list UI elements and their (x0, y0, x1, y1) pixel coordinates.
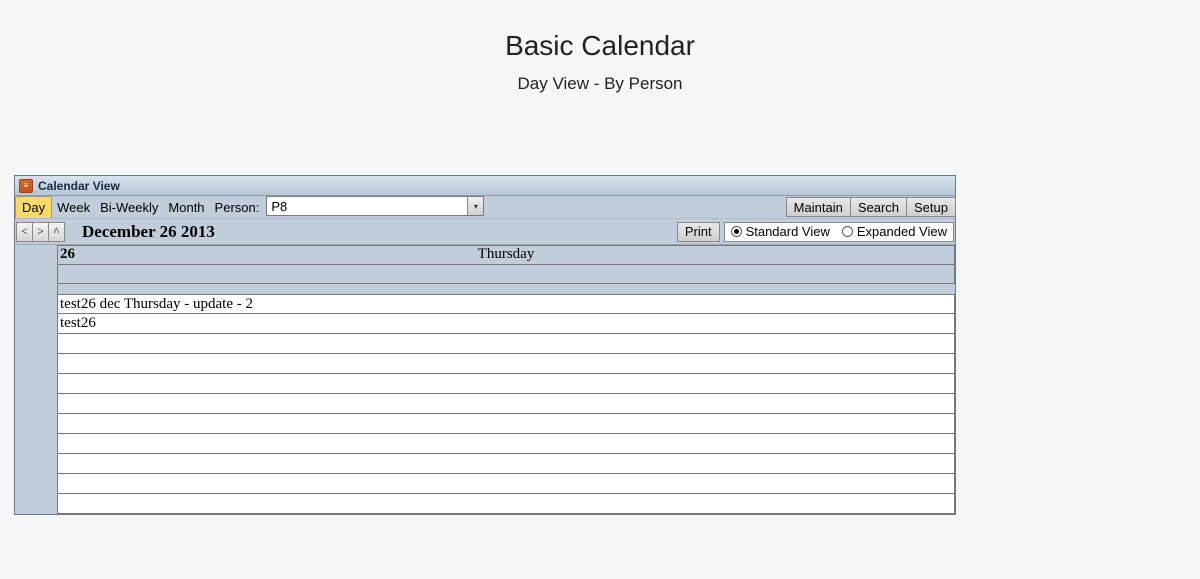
event-row[interactable] (58, 494, 955, 514)
tab-biweekly[interactable]: Bi-Weekly (95, 196, 163, 218)
event-row[interactable] (58, 454, 955, 474)
calendar-window: ≡ Calendar View Day Week Bi-Weekly Month… (14, 175, 956, 515)
event-row[interactable] (58, 334, 955, 354)
events-list: test26 dec Thursday - update - 2test26 (58, 294, 955, 514)
day-name: Thursday (478, 246, 535, 263)
print-button[interactable]: Print (677, 222, 720, 242)
separator-row (15, 284, 955, 294)
events-gutter (15, 294, 58, 514)
up-button[interactable]: ^ (48, 222, 65, 242)
radio-icon (731, 226, 742, 237)
search-button[interactable]: Search (850, 197, 907, 217)
event-row[interactable] (58, 414, 955, 434)
events-area: test26 dec Thursday - update - 2test26 (15, 294, 955, 514)
day-header: 26 Thursday (15, 244, 955, 284)
window-title: Calendar View (38, 179, 120, 193)
event-row[interactable]: test26 (58, 314, 955, 334)
tab-month[interactable]: Month (163, 196, 209, 218)
app-icon: ≡ (19, 179, 33, 193)
radio-expanded-label: Expanded View (857, 224, 947, 239)
person-select[interactable]: P8 ▾ (266, 196, 484, 216)
day-header-row: 26 Thursday (58, 245, 955, 265)
event-row[interactable] (58, 394, 955, 414)
time-gutter (15, 245, 58, 284)
maintain-button[interactable]: Maintain (786, 197, 851, 217)
next-button[interactable]: > (32, 222, 49, 242)
setup-button[interactable]: Setup (906, 197, 956, 217)
view-options: Standard View Expanded View (724, 222, 954, 242)
current-date: December 26 2013 (82, 222, 215, 242)
navbar: < > ^ December 26 2013 Print Standard Vi… (15, 218, 955, 244)
tab-day[interactable]: Day (15, 196, 52, 218)
day-subheader-row (58, 265, 955, 284)
page-subtitle: Day View - By Person (0, 74, 1200, 94)
event-row[interactable] (58, 434, 955, 454)
event-row[interactable] (58, 374, 955, 394)
event-row[interactable] (58, 474, 955, 494)
person-label: Person: (210, 196, 265, 218)
titlebar: ≡ Calendar View (15, 176, 955, 196)
radio-expanded-view[interactable]: Expanded View (842, 224, 947, 239)
event-row[interactable] (58, 354, 955, 374)
radio-standard-view[interactable]: Standard View (731, 224, 830, 239)
radio-standard-label: Standard View (746, 224, 830, 239)
radio-icon (842, 226, 853, 237)
page-title: Basic Calendar (0, 30, 1200, 62)
prev-button[interactable]: < (16, 222, 33, 242)
page-header: Basic Calendar Day View - By Person (0, 0, 1200, 94)
tab-week[interactable]: Week (52, 196, 95, 218)
day-number: 26 (60, 246, 75, 263)
person-value: P8 (267, 199, 467, 214)
toolbar: Day Week Bi-Weekly Month Person: P8 ▾ Ma… (15, 196, 955, 218)
event-row[interactable]: test26 dec Thursday - update - 2 (58, 294, 955, 314)
dropdown-icon[interactable]: ▾ (467, 197, 483, 215)
